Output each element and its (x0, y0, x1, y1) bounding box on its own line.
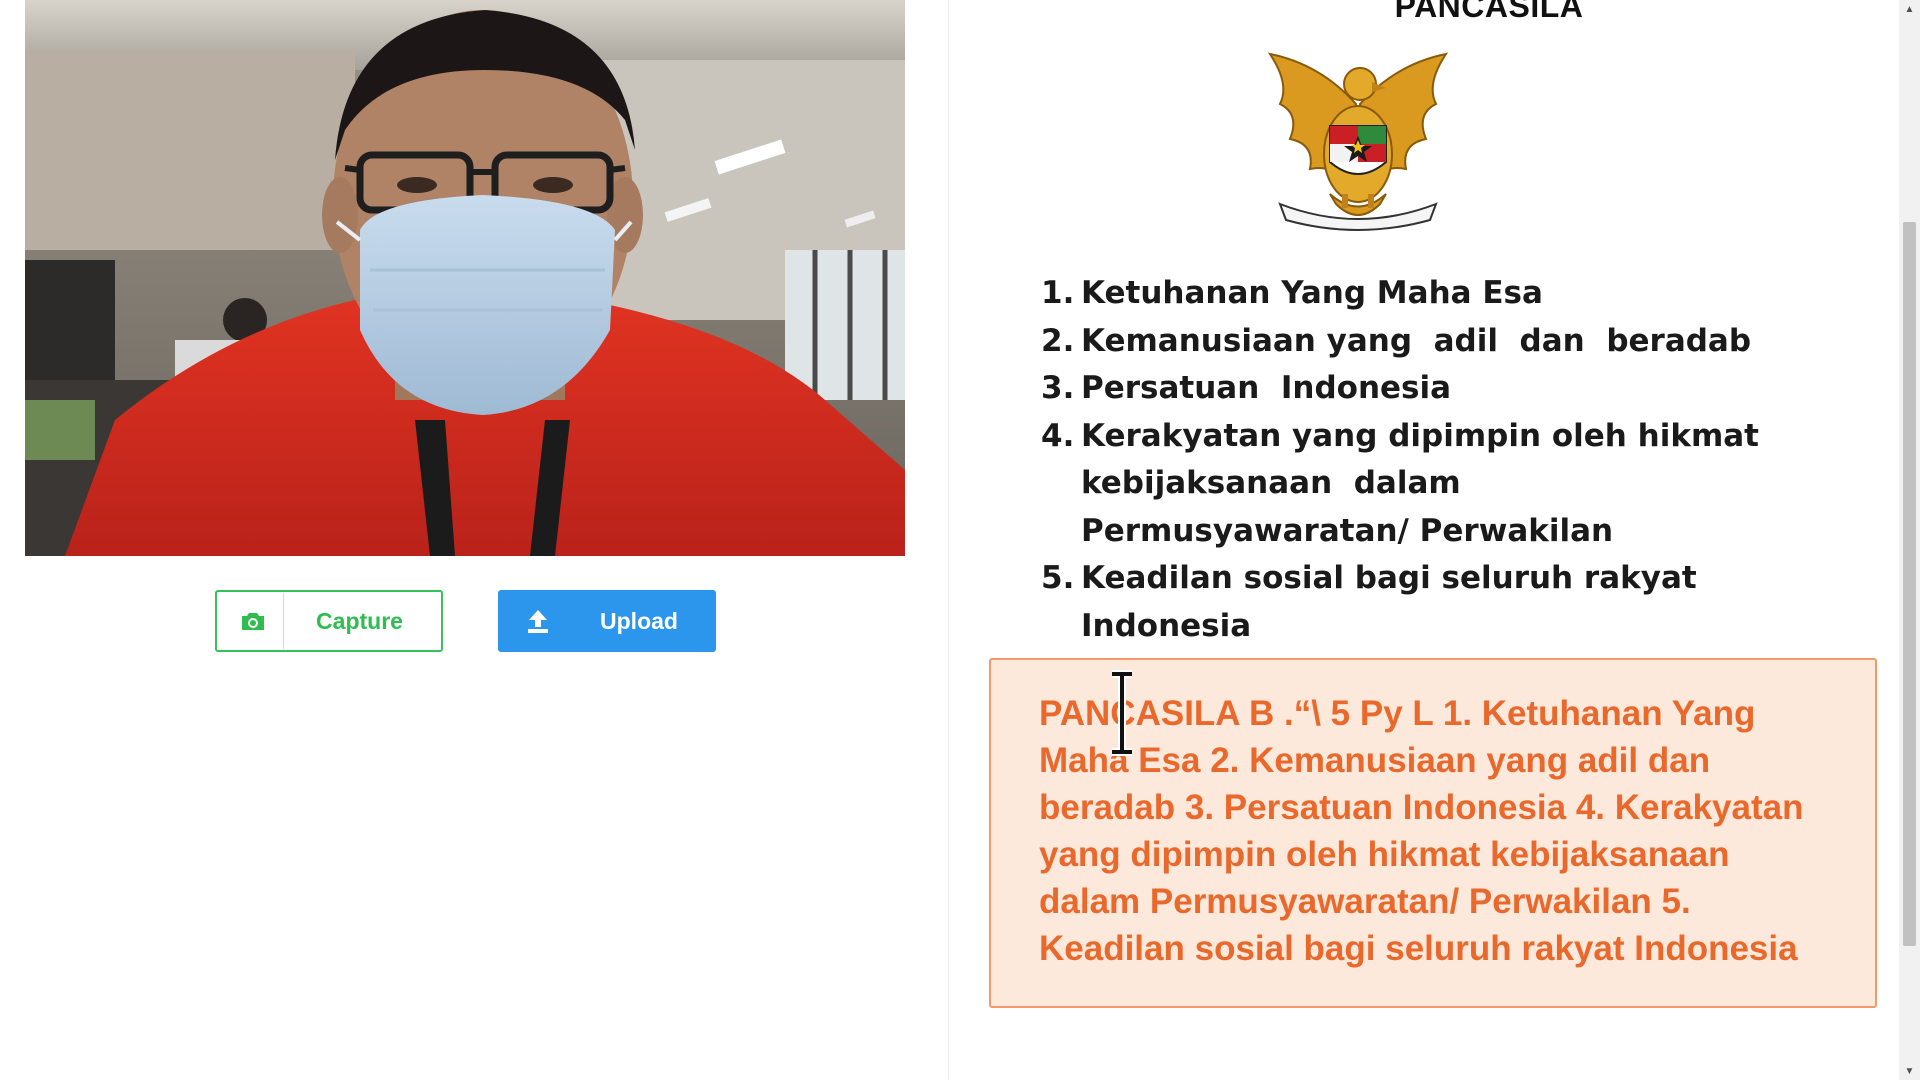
list-item-text: Kerakyatan yang dipimpin oleh hikmat keb… (1081, 417, 1770, 549)
upload-button-label: Upload (600, 607, 678, 634)
list-item-text: Persatuan Indonesia (1081, 370, 1452, 406)
app-window: Capture Upload PANCASILA 1. Ketuhanan Ya… (0, 0, 1920, 1080)
ocr-panel: PANCASILA 1. Ketuhanan Yang Maha Esa 2. … (949, 0, 1899, 1080)
capture-button[interactable]: Capture (215, 590, 443, 652)
capture-button-label: Capture (316, 607, 403, 634)
list-item: 2. Kemanusiaan yang adil dan beradab (1041, 318, 1861, 366)
upload-button[interactable]: Upload (498, 590, 716, 652)
list-item: 5. Keadilan sosial bagi seluruh rakyat I… (1041, 555, 1861, 650)
list-item: 3. Persatuan Indonesia (1041, 365, 1861, 413)
list-item-number: 3. (1041, 370, 1075, 406)
scroll-down-arrow-icon[interactable]: ▼ (1899, 1062, 1920, 1080)
list-item-number: 4. (1041, 417, 1075, 454)
list-item-number: 1. (1041, 275, 1075, 311)
list-item: 4. Kerakyatan yang dipimpin oleh hikmat … (1041, 413, 1861, 556)
list-item-text: Ketuhanan Yang Maha Esa (1081, 275, 1543, 311)
vertical-scrollbar[interactable]: ▲ ▼ (1899, 0, 1920, 1080)
text-cursor-icon (1112, 670, 1132, 756)
list-item-number: 5. (1041, 560, 1075, 596)
scroll-up-arrow-icon[interactable]: ▲ (1899, 0, 1920, 18)
list-item-text: Kemanusiaan yang adil dan beradab (1081, 322, 1752, 359)
garuda-emblem (1267, 52, 1449, 231)
ocr-result-text[interactable]: PANCASILA B .“\ 5 Py L 1. Ketuhanan Yang… (1039, 694, 1803, 968)
slide-title: PANCASILA (1394, 0, 1584, 24)
list-item: 1. Ketuhanan Yang Maha Esa (1041, 270, 1861, 318)
list-item-text: Keadilan sosial bagi seluruh rakyat Indo… (1081, 560, 1697, 644)
scrollbar-thumb[interactable] (1903, 222, 1916, 946)
pancasila-list: 1. Ketuhanan Yang Maha Esa 2. Kemanusiaa… (1041, 270, 1861, 650)
camera-icon (223, 593, 284, 649)
list-item-number: 2. (1041, 322, 1075, 359)
camera-panel: Capture Upload (0, 0, 948, 1080)
upload-icon (506, 593, 570, 649)
webcam-preview (25, 0, 905, 556)
